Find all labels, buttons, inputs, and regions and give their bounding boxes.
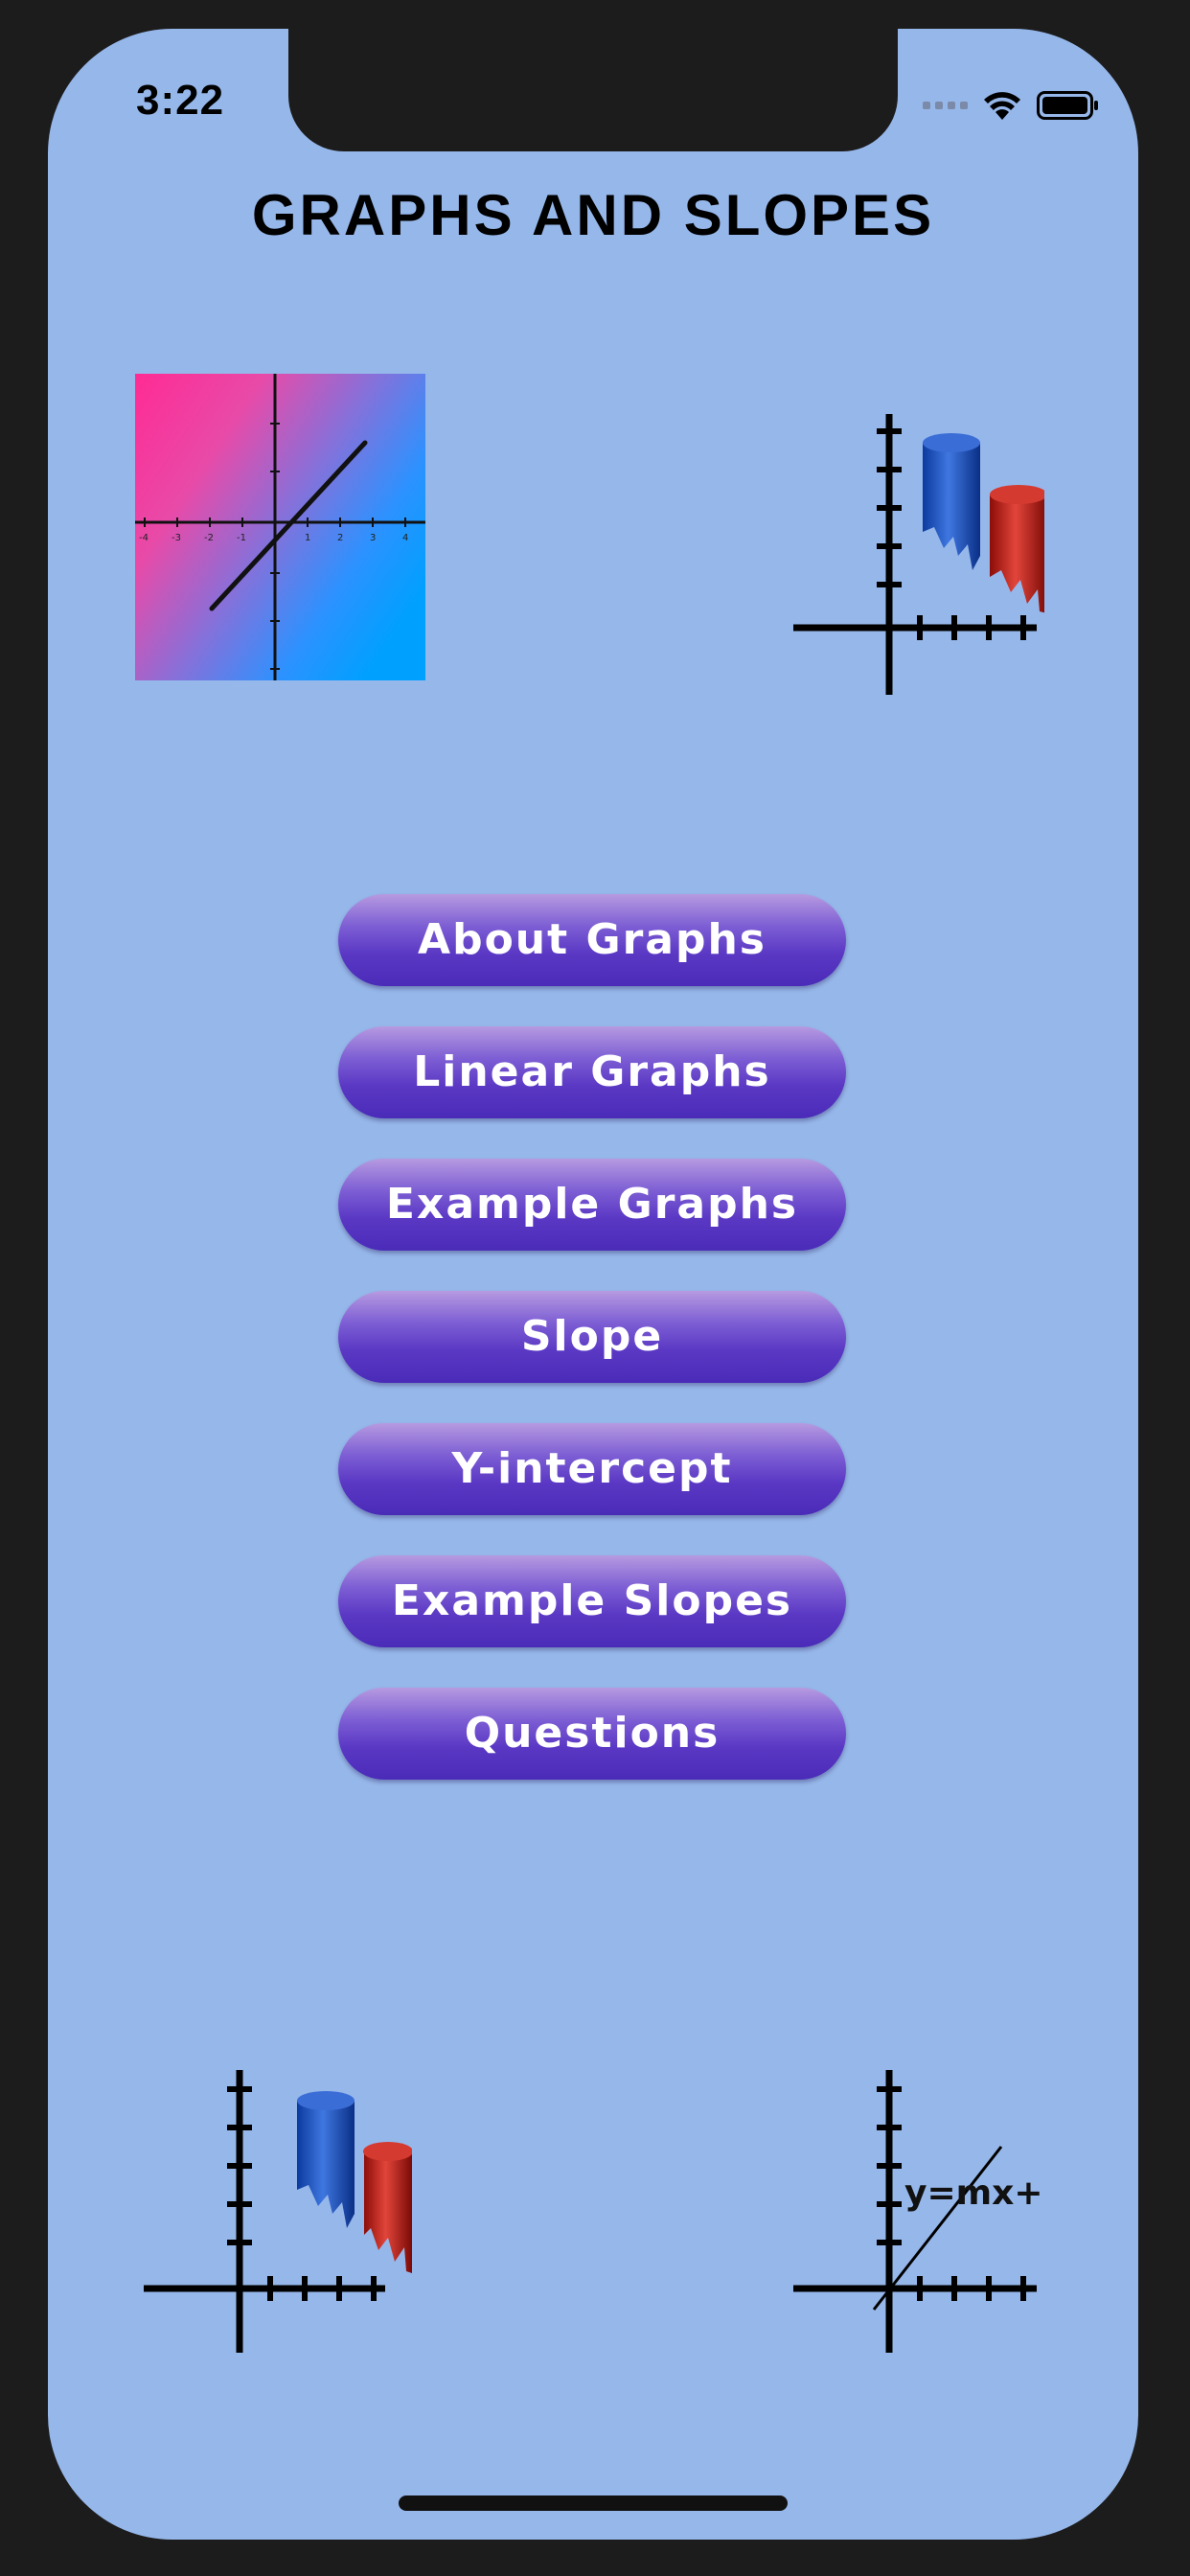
main-menu: About Graphs Linear Graphs Example Graph… xyxy=(338,894,846,1820)
questions-button[interactable]: Questions xyxy=(338,1688,846,1780)
page-title: GRAPHS AND SLOPES xyxy=(251,183,935,247)
battery-icon xyxy=(1037,91,1098,120)
equation-label: y=mx+c xyxy=(904,2174,1044,2213)
svg-text:-1: -1 xyxy=(237,533,246,543)
status-icons xyxy=(923,86,1100,125)
app-screen: 3:22 GRAPHS AND SLOPES -4 -3 -2 -1 1 2 3… xyxy=(48,29,1138,2540)
bar-graph-image-top xyxy=(767,374,1047,700)
svg-text:1: 1 xyxy=(305,533,310,543)
linear-graphs-button[interactable]: Linear Graphs xyxy=(338,1026,846,1118)
wifi-icon xyxy=(984,92,1020,120)
linear-graph-image: -4 -3 -2 -1 1 2 3 4 xyxy=(135,374,425,680)
phone-frame: 3:22 GRAPHS AND SLOPES -4 -3 -2 -1 1 2 3… xyxy=(0,0,1190,2576)
svg-text:-2: -2 xyxy=(204,533,214,543)
example-graphs-button[interactable]: Example Graphs xyxy=(338,1159,846,1251)
y-intercept-button[interactable]: Y-intercept xyxy=(338,1423,846,1515)
device-notch xyxy=(288,29,898,151)
svg-text:2: 2 xyxy=(337,533,343,543)
svg-text:-4: -4 xyxy=(139,533,149,543)
status-time: 3:22 xyxy=(136,77,225,124)
slope-button[interactable]: Slope xyxy=(338,1291,846,1383)
home-indicator[interactable] xyxy=(399,2496,788,2511)
svg-text:3: 3 xyxy=(370,533,376,543)
bar-graph-image-bottom xyxy=(134,2032,413,2358)
example-slopes-button[interactable]: Example Slopes xyxy=(338,1555,846,1647)
cellular-signal-icon xyxy=(923,102,968,109)
svg-text:4: 4 xyxy=(402,533,408,543)
slope-equation-image: y=mx+c xyxy=(767,2032,1064,2358)
about-graphs-button[interactable]: About Graphs xyxy=(338,894,846,986)
svg-text:-3: -3 xyxy=(172,533,181,543)
